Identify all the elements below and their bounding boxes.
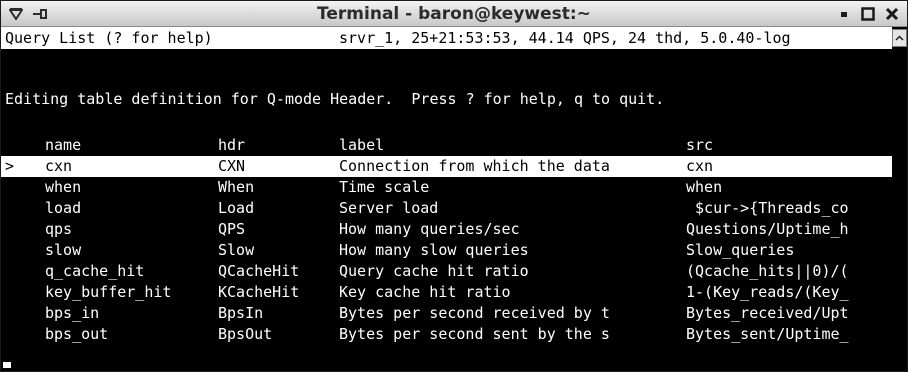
table-row[interactable]: slow Slow How many slow queries Slow_que… bbox=[1, 240, 892, 261]
cell-label: Key cache hit ratio bbox=[339, 283, 511, 301]
cell-name: cxn bbox=[45, 157, 73, 175]
status-right: srvr_1, 25+21:53:53, 44.14 QPS, 24 thd, … bbox=[339, 29, 791, 47]
cell-hdr: QCacheHit bbox=[218, 262, 300, 280]
cell-label: How many queries/sec bbox=[339, 220, 520, 238]
cell-label: Connection from which the data bbox=[339, 157, 610, 175]
cell-src: Questions/Uptime_h bbox=[686, 220, 849, 238]
cell-hdr: BpsIn bbox=[218, 304, 264, 322]
cell-hdr: When bbox=[218, 178, 255, 196]
table-row[interactable]: bps_in BpsIn Bytes per second received b… bbox=[1, 303, 892, 324]
cell-hdr: BpsOut bbox=[218, 325, 273, 343]
terminal-area[interactable]: Query List (? for help) srvr_1, 25+21:53… bbox=[1, 27, 907, 370]
selection-marker: > bbox=[5, 157, 15, 175]
cell-label: Server load bbox=[339, 199, 439, 217]
column-header-label: label bbox=[339, 136, 385, 154]
status-bar: Query List (? for help) srvr_1, 25+21:53… bbox=[1, 27, 892, 49]
column-header-src: src bbox=[686, 136, 714, 154]
cell-src: 1-(Key_reads/(Key_ bbox=[686, 283, 849, 301]
column-header-name: name bbox=[45, 136, 82, 154]
cell-name: qps bbox=[45, 220, 73, 238]
terminal-window: Terminal - baron@keywest:~ Query List (?… bbox=[0, 0, 908, 372]
cell-label: Bytes per second received by t bbox=[339, 304, 610, 322]
cell-hdr: Slow bbox=[218, 241, 255, 259]
scroll-up-arrow-icon[interactable] bbox=[892, 29, 907, 47]
cell-name: when bbox=[45, 178, 82, 196]
cell-label: Query cache hit ratio bbox=[339, 262, 529, 280]
table-row[interactable]: q_cache_hit QCacheHit Query cache hit ra… bbox=[1, 261, 892, 282]
table-row-selected[interactable]: > cxn CXN Connection from which the data… bbox=[1, 156, 892, 177]
cell-label: Time scale bbox=[339, 178, 430, 196]
cell-name: bps_out bbox=[45, 325, 109, 343]
cell-hdr: KCacheHit bbox=[218, 283, 300, 301]
column-header-hdr: hdr bbox=[218, 136, 246, 154]
status-left: Query List (? for help) bbox=[5, 29, 213, 47]
cell-src: when bbox=[686, 178, 723, 196]
cell-src: $cur->{Threads_co bbox=[686, 199, 849, 217]
table-row[interactable]: qps QPS How many queries/sec Questions/U… bbox=[1, 219, 892, 240]
table-row[interactable]: load Load Server load $cur->{Threads_co bbox=[1, 198, 892, 219]
table-row[interactable]: when When Time scale when bbox=[1, 177, 892, 198]
cell-label: How many slow queries bbox=[339, 241, 529, 259]
cell-src: Bytes_sent/Uptime_ bbox=[686, 325, 849, 343]
title-bar-right-controls bbox=[835, 5, 901, 23]
maximize-icon[interactable] bbox=[859, 5, 877, 23]
close-icon[interactable] bbox=[883, 5, 901, 23]
cell-label: Bytes per second sent by the s bbox=[339, 325, 610, 343]
window-title: Terminal - baron@keywest:~ bbox=[317, 4, 591, 24]
cell-hdr: Load bbox=[218, 199, 255, 217]
cell-src: cxn bbox=[686, 157, 714, 175]
help-message: Editing table definition for Q-mode Head… bbox=[5, 90, 665, 108]
cell-name: slow bbox=[45, 241, 82, 259]
title-bar[interactable]: Terminal - baron@keywest:~ bbox=[1, 1, 907, 27]
table-header-row: name hdr label src bbox=[1, 135, 892, 156]
minimize-icon[interactable] bbox=[835, 5, 853, 23]
terminal-cursor bbox=[3, 362, 11, 368]
table-row[interactable]: key_buffer_hit KCacheHit Key cache hit r… bbox=[1, 282, 892, 303]
cell-name: bps_in bbox=[45, 304, 100, 322]
cell-name: q_cache_hit bbox=[45, 262, 145, 280]
cell-hdr: QPS bbox=[218, 220, 246, 238]
cell-name: load bbox=[45, 199, 82, 217]
table-row[interactable]: bps_out BpsOut Bytes per second sent by … bbox=[1, 324, 892, 345]
cell-src: Bytes_received/Upt bbox=[686, 304, 849, 322]
cell-hdr: CXN bbox=[218, 157, 246, 175]
cell-src: (Qcache_hits||0)/( bbox=[686, 262, 849, 280]
cell-name: key_buffer_hit bbox=[45, 283, 172, 301]
cell-src: Slow_queries bbox=[686, 241, 795, 259]
